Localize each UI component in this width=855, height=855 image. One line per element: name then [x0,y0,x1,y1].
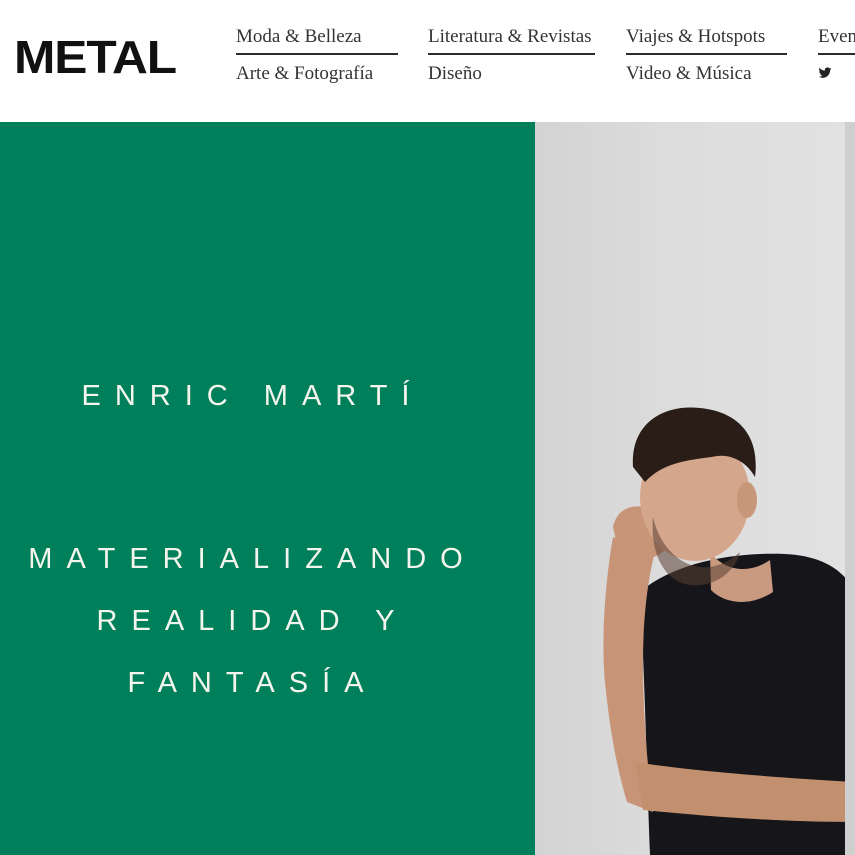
nav-column-2: Literatura & Revistas Diseño [428,26,595,85]
nav-link-arte-fotografia[interactable]: Arte & Fotografía [236,63,398,85]
headline-line-1: MATERIALIZANDO [28,543,477,575]
headline-line-2: REALIDAD Y [96,605,409,637]
ear-shape [737,482,757,518]
nav-link-viajes-hotspots[interactable]: Viajes & Hotspots [626,26,787,55]
article-headline[interactable]: MATERIALIZANDO REALIDAD Y FANTASÍA [0,528,505,714]
headline-line-3: FANTASÍA [127,667,378,699]
nav-link-eventos[interactable]: Even [818,26,855,55]
social-links [818,66,855,80]
hero-text-panel: ENRIC MARTÍ MATERIALIZANDO REALIDAD Y FA… [0,122,535,855]
site-logo[interactable]: METAL [14,34,177,80]
nav-column-4: Even [818,26,855,55]
site-header: METAL Moda & Belleza Arte & Fotografía L… [0,0,855,122]
portrait-illustration [603,407,855,855]
nav-link-moda-belleza[interactable]: Moda & Belleza [236,26,398,55]
nav-link-video-musica[interactable]: Video & Música [626,63,787,85]
twitter-icon[interactable] [818,66,832,80]
nav-link-diseno[interactable]: Diseño [428,63,595,85]
hero-section: ENRIC MARTÍ MATERIALIZANDO REALIDAD Y FA… [0,122,855,855]
article-author: ENRIC MARTÍ [81,380,424,412]
nav-column-1: Moda & Belleza Arte & Fotografía [236,26,398,85]
nav-link-literatura-revistas[interactable]: Literatura & Revistas [428,26,595,55]
nav-column-3: Viajes & Hotspots Video & Música [626,26,787,85]
hero-portrait-photo[interactable] [535,122,855,855]
photo-edge-shadow [845,122,855,855]
